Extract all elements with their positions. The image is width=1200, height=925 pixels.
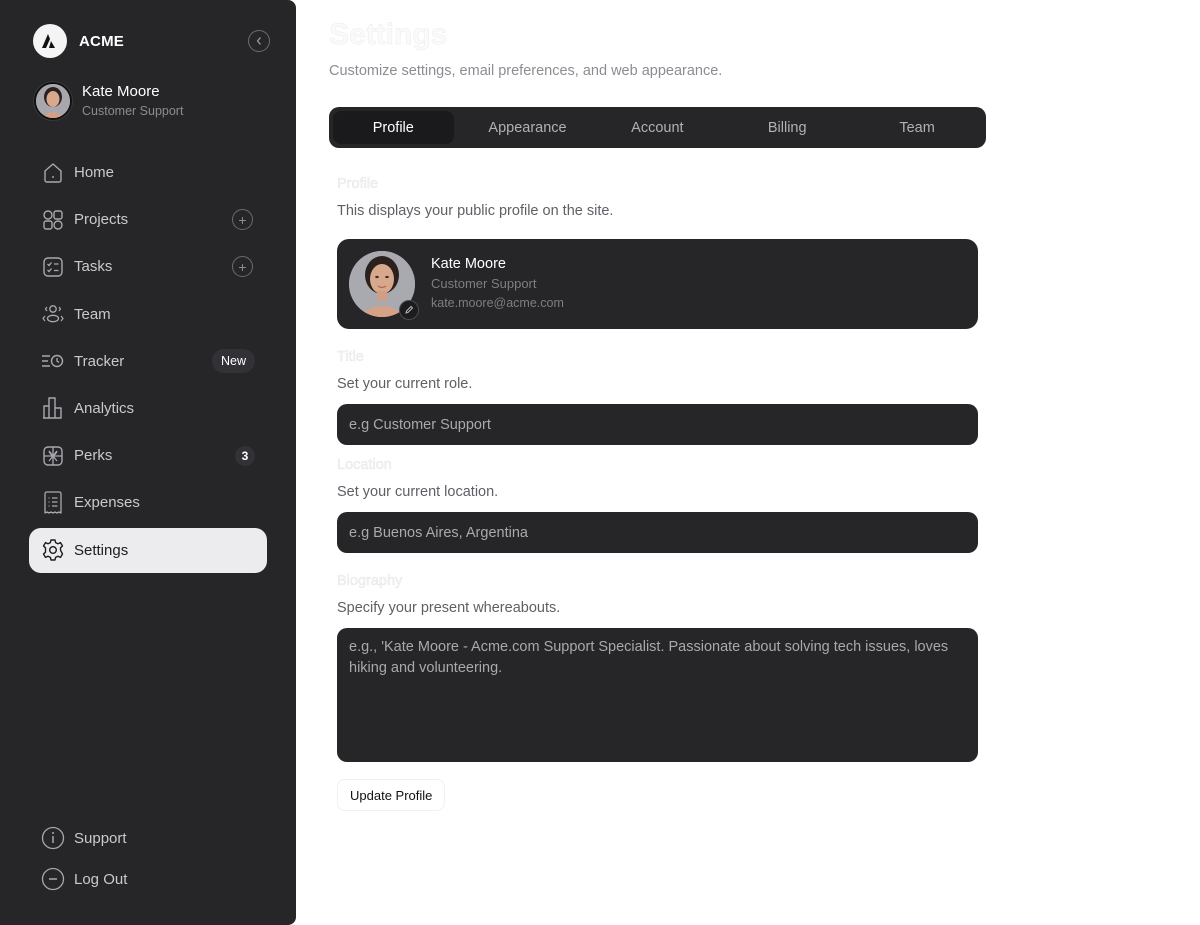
sidebar-item-tasks[interactable]: Tasks + [29,244,267,289]
plus-icon: + [238,211,247,228]
sidebar-item-label: Team [74,305,111,323]
sidebar-item-projects[interactable]: Projects + [29,197,267,242]
support-link[interactable]: Support [41,826,127,850]
sidebar-item-expenses[interactable]: Expenses [29,480,267,525]
location-label: Location [337,457,392,473]
collapse-sidebar-button[interactable] [248,30,270,52]
support-label: Support [74,829,127,847]
sidebar-item-label: Analytics [74,399,135,417]
biography-label: Biography [337,573,403,589]
sidebar-item-label: Tracker [74,352,125,370]
perks-count-badge: 3 [235,445,255,466]
sidebar-nav: Home Projects + Tasks + Team Tracker New… [29,150,267,575]
sidebar-bottom: Support Log Out [41,826,127,908]
page-subtitle: Customize settings, email preferences, a… [329,63,723,79]
tab-profile[interactable]: Profile [333,111,454,144]
sidebar-item-analytics[interactable]: Analytics [29,386,267,431]
add-task-button[interactable]: + [232,256,253,278]
user-role: Customer Support [82,104,184,118]
logout-button[interactable]: Log Out [41,867,127,891]
add-project-button[interactable]: + [232,209,253,231]
update-profile-button[interactable]: Update Profile [337,779,446,811]
sidebar-item-perks[interactable]: Perks 3 [29,433,267,478]
avatar [34,82,72,120]
gift-icon [41,444,65,468]
tab-appearance[interactable]: Appearance [463,111,593,144]
profile-card-name: Kate Moore [431,256,506,272]
page-title: Settings [329,18,448,52]
tab-team[interactable]: Team [852,111,982,144]
sidebar-item-settings[interactable]: Settings [29,527,267,573]
title-label: Title [337,349,364,365]
checklist-icon [41,255,65,279]
sidebar-item-tracker[interactable]: Tracker New [29,339,267,384]
title-input[interactable]: e.g Customer Support [337,404,978,445]
profile-section-description: This displays your public profile on the… [337,203,614,219]
sidebar-item-home[interactable]: Home [29,150,267,195]
user-name: Kate Moore [82,83,160,100]
brand-name: ACME [79,32,124,50]
sidebar: ACME Kate Moore Customer Support Home Pr… [0,0,296,925]
logout-label: Log Out [74,870,128,888]
info-icon [41,826,65,850]
profile-card-email: kate.moore@acme.com [431,296,564,310]
sidebar-item-label: Tasks [74,258,113,276]
app-root: ACME Kate Moore Customer Support Home Pr… [0,0,1200,925]
bar-chart-icon [41,396,65,420]
biography-textarea[interactable]: e.g., 'Kate Moore - Acme.com Support Spe… [337,628,978,762]
edit-avatar-button[interactable] [399,300,419,320]
team-icon [41,302,65,326]
acme-logo-icon [33,24,67,58]
pencil-icon [405,305,414,314]
title-description: Set your current role. [337,376,473,392]
tab-account[interactable]: Account [592,111,722,144]
sidebar-item-label: Home [74,164,115,181]
gear-icon [41,538,65,562]
sidebar-item-label: Projects [74,211,129,229]
location-input[interactable]: e.g Buenos Aires, Argentina [337,512,978,553]
profile-card: Kate Moore Customer Support kate.moore@a… [337,239,978,329]
settings-tabs: Profile Appearance Account Billing Team [329,107,986,148]
new-badge: New [211,349,255,374]
logout-icon [41,867,65,891]
profile-card-role: Customer Support [431,276,537,291]
plus-icon: + [238,258,247,275]
tab-billing[interactable]: Billing [722,111,852,144]
tracker-icon [41,349,65,373]
chevron-left-icon [256,37,261,45]
grid-icon [41,208,65,232]
location-description: Set your current location. [337,484,499,500]
sidebar-user[interactable]: Kate Moore Customer Support [34,82,183,120]
biography-description: Specify your present whereabouts. [337,600,561,616]
sidebar-item-label: Perks [74,447,113,465]
sidebar-item-label: Settings [74,541,129,559]
brand[interactable]: ACME [33,24,124,58]
sidebar-item-label: Expenses [74,494,140,512]
receipt-icon [41,491,65,515]
home-icon [41,161,65,185]
profile-section-label: Profile [337,176,379,192]
sidebar-item-team[interactable]: Team [29,292,267,337]
